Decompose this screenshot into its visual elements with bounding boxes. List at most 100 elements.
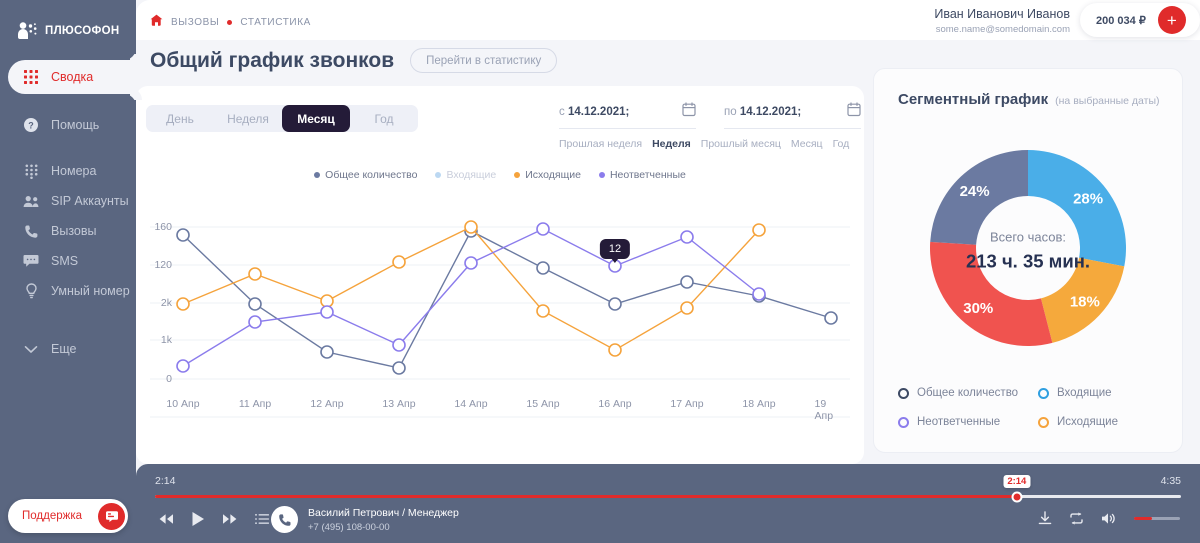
home-icon[interactable]: [150, 13, 163, 31]
quick-range-last-month[interactable]: Прошлый месяц: [701, 138, 781, 150]
sidebar-item-svodka[interactable]: Сводка: [8, 60, 136, 94]
support-button[interactable]: Поддержка: [8, 499, 128, 533]
phone-icon: [22, 222, 40, 240]
donut-center-text: Всего часов: 213 ч. 35 мин.: [953, 229, 1103, 272]
segment-chart-subtitle: (на выбранные даты): [1055, 95, 1159, 107]
dashboard-page: ПЛЮСОФОН Сводка: [0, 0, 1200, 543]
legend-ring-icon: [898, 417, 909, 428]
sidebar-item-vyzovy[interactable]: Вызовы: [0, 216, 136, 246]
donut-legend-label: Исходящие: [1057, 416, 1118, 428]
quick-range-last-week[interactable]: Прошлая неделя: [559, 138, 642, 150]
sidebar-item-label: Вызовы: [51, 224, 97, 238]
player-progress-handle[interactable]: [1011, 491, 1022, 502]
breadcrumb-separator-dot: [227, 20, 232, 25]
sidebar-item-smart-number[interactable]: Умный номер: [0, 276, 136, 306]
nav-spacer: [0, 140, 136, 156]
date-from-label: с 14.12.2021;: [559, 106, 629, 118]
sidebar-item-sip-accounts[interactable]: SIP Аккаунты: [0, 186, 136, 216]
bulb-icon: [22, 282, 40, 300]
period-tab-day[interactable]: День: [146, 105, 214, 132]
donut-legend-item-missed[interactable]: Неответченные: [898, 416, 1038, 428]
y-axis-labels: 1601202k1k0: [136, 204, 176, 504]
calendar-icon[interactable]: [682, 102, 696, 122]
segment-chart-card: Сегментный график (на выбранные даты) 28…: [873, 68, 1183, 453]
sidebar-item-sms[interactable]: SMS: [0, 246, 136, 276]
go-to-statistics-button[interactable]: Перейти в статистику: [410, 48, 557, 73]
donut-legend-item-total[interactable]: Общее количество: [898, 387, 1038, 399]
period-tab-month[interactable]: Месяц: [282, 105, 350, 132]
x-axis-tick: 12 Апр: [310, 398, 343, 410]
caller-name: Василий Петрович / Менеджер: [308, 507, 459, 519]
quick-range-row: Прошлая неделя Неделя Прошлый месяц Меся…: [559, 138, 849, 150]
avatar: [271, 506, 298, 533]
donut-legend-item-outgoing[interactable]: Исходящие: [1038, 416, 1166, 428]
date-to-label: по 14.12.2021;: [724, 106, 801, 118]
brand[interactable]: ПЛЮСОФОН: [0, 0, 136, 48]
support-button-label: Поддержка: [22, 510, 82, 522]
line-chart-legend: Общее количество Входящие Исходящие Неот…: [136, 169, 864, 181]
player-total-time: 4:35: [1161, 475, 1181, 487]
legend-item-missed[interactable]: Неответченные: [599, 169, 686, 181]
period-tab-year[interactable]: Год: [350, 105, 418, 132]
donut-center-label: Всего часов:: [953, 229, 1103, 244]
line-chart-svg[interactable]: [136, 204, 864, 504]
date-from-field[interactable]: с 14.12.2021;: [559, 102, 696, 129]
player-progress-track[interactable]: 2:14: [155, 495, 1181, 498]
account-name: Иван Иванович Иванов: [934, 7, 1070, 21]
sidebar-item-nomera[interactable]: Номера: [0, 156, 136, 186]
legend-label: Входящие: [446, 169, 496, 181]
play-icon[interactable]: [191, 511, 205, 527]
volume-icon[interactable]: [1101, 512, 1117, 525]
player-controls: [158, 511, 269, 527]
donut-chart: 28%18%30%24% Всего часов: 213 ч. 35 мин.: [907, 127, 1149, 374]
download-icon[interactable]: [1038, 511, 1052, 525]
sidebar-item-label: SIP Аккаунты: [51, 194, 129, 208]
player-progress-fill: [155, 495, 1017, 498]
date-to-field[interactable]: по 14.12.2021;: [724, 102, 861, 129]
sidebar-item-pomosch[interactable]: ? Помощь: [0, 110, 136, 140]
sidebar-item-label: Сводка: [51, 70, 93, 84]
quick-range-year[interactable]: Год: [833, 138, 850, 150]
donut-legend-item-incoming[interactable]: Входящие: [1038, 387, 1166, 399]
repeat-icon[interactable]: [1069, 512, 1084, 525]
x-axis-tick: 14 Апр: [454, 398, 487, 410]
grid-icon: [22, 68, 40, 86]
breadcrumb-item-statistics[interactable]: СТАТИСТИКА: [240, 17, 311, 28]
volume-slider-fill: [1134, 517, 1152, 520]
x-axis-tick: 11 Апр: [239, 398, 271, 410]
breadcrumb-item-calls[interactable]: ВЫЗОВЫ: [171, 17, 219, 28]
account-email: some.name@somedomain.com: [934, 24, 1070, 35]
page-header: Общий график звонков Перейти в статистик…: [150, 48, 557, 73]
sidebar-item-label: Помощь: [51, 118, 99, 132]
period-tab-week[interactable]: Неделя: [214, 105, 282, 132]
legend-dot: [514, 172, 520, 178]
legend-ring-icon: [1038, 417, 1049, 428]
calendar-icon[interactable]: [847, 102, 861, 122]
legend-item-incoming[interactable]: Входящие: [435, 169, 496, 181]
quick-range-month[interactable]: Месяц: [791, 138, 823, 150]
quick-range-week[interactable]: Неделя: [652, 138, 691, 150]
volume-slider[interactable]: [1134, 517, 1180, 520]
playlist-icon[interactable]: [255, 514, 269, 525]
help-circle-icon: ?: [22, 116, 40, 134]
sidebar-item-more[interactable]: Еще: [0, 334, 136, 364]
balance-pill[interactable]: 200 034 ₽ +: [1080, 3, 1200, 37]
page-title: Общий график звонков: [150, 49, 394, 73]
donut-legend-label: Входящие: [1057, 387, 1112, 399]
forward-icon[interactable]: [222, 513, 238, 525]
rewind-icon[interactable]: [158, 513, 174, 525]
donut-slice-label: 30%: [963, 300, 993, 317]
svg-text:?: ?: [28, 121, 34, 131]
legend-label: Исходящие: [525, 169, 581, 181]
x-axis-tick: 16 Апр: [598, 398, 631, 410]
x-axis-tick: 17 Апр: [670, 398, 703, 410]
account-area: Иван Иванович Иванов some.name@somedomai…: [934, 0, 1200, 37]
users-icon: [22, 192, 40, 210]
sidebar-item-label: Номера: [51, 164, 96, 178]
x-axis-tick: 15 Апр: [526, 398, 559, 410]
legend-item-total[interactable]: Общее количество: [314, 169, 417, 181]
x-axis-tick: 19 Апр: [815, 398, 848, 422]
legend-item-outgoing[interactable]: Исходящие: [514, 169, 581, 181]
plus-icon[interactable]: +: [1158, 6, 1186, 34]
donut-legend-label: Общее количество: [917, 387, 1018, 399]
